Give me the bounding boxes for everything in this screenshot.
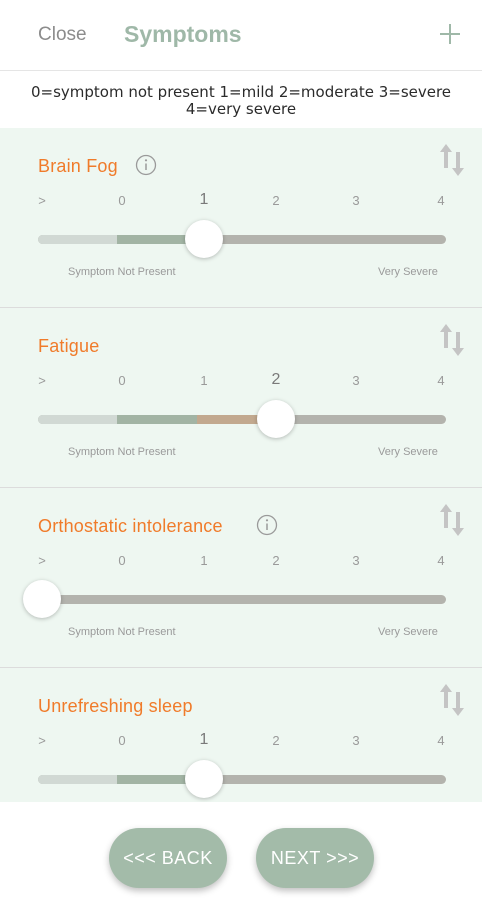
symptom-card: Unrefreshing sleep>01234Symptom Not Pres… [0, 668, 482, 802]
scale-tick: 0 [118, 553, 126, 568]
severity-slider-track[interactable] [38, 235, 446, 244]
footer: <<< BACK NEXT >>> [0, 802, 482, 900]
reorder-icon[interactable] [438, 322, 466, 358]
slider-fill-segment [38, 775, 117, 784]
symptom-name: Fatigue [38, 336, 100, 356]
scale-tick: 2 [272, 193, 280, 208]
scale-tick: 4 [437, 373, 445, 388]
reorder-icon[interactable] [438, 502, 466, 538]
max-label: Very Severe [378, 446, 438, 458]
scale-tick: 1 [199, 731, 209, 748]
symptom-name: Unrefreshing sleep [38, 696, 193, 716]
page-title: Symptoms [124, 21, 242, 47]
symptom-name: Brain Fog [38, 156, 118, 176]
scale-tick: 2 [271, 371, 281, 388]
header: Close Symptoms [0, 0, 482, 71]
plus-icon[interactable] [438, 18, 462, 50]
scale-tick: 1 [200, 553, 208, 568]
reorder-icon[interactable] [438, 142, 466, 178]
severity-slider-thumb[interactable] [257, 400, 295, 438]
symptom-card: Fatigue >0 1 2 3 4 Symptom Not Present Very Sev… [0, 308, 482, 488]
severity-legend: 0=symptom not present 1=mild 2=moderate … [0, 84, 482, 118]
scale-tick: 1 [200, 373, 208, 388]
scale-tick: 0 [118, 373, 126, 388]
min-label: Symptom Not Present [68, 266, 176, 278]
severity-slider-track[interactable] [38, 415, 446, 424]
slider-fill-segment [117, 415, 197, 424]
info-icon[interactable] [256, 514, 278, 536]
scale-tick: 1 [199, 191, 209, 208]
scale-tick: 2 [272, 553, 280, 568]
severity-slider-track[interactable] [38, 775, 446, 784]
max-label: Very Severe [378, 266, 438, 278]
scale-tick: 4 [437, 193, 445, 208]
scale-tick: 0 [118, 193, 126, 208]
symptom-card: Orthostatic intolerance >0 1 2 3 4 Symptom Not… [0, 488, 482, 668]
symptom-list: Brain Fog >0 1 2 3 4 Symptom Not Present Very S… [0, 128, 482, 802]
scale-tick: > [38, 553, 46, 568]
scale-tick: 4 [437, 553, 445, 568]
legend-line-2: 4=very severe [185, 100, 297, 118]
scale-tick: 3 [352, 733, 360, 748]
scale-tick: 4 [437, 733, 445, 748]
scale-tick: 3 [352, 553, 360, 568]
close-button[interactable]: Close [38, 24, 87, 46]
reorder-icon[interactable] [438, 682, 466, 718]
severity-slider-thumb[interactable] [185, 760, 223, 798]
scale-tick: 3 [352, 373, 360, 388]
scale-tick: > [38, 193, 46, 208]
severity-slider-thumb[interactable] [185, 220, 223, 258]
back-button[interactable]: <<< BACK [109, 828, 227, 888]
min-label: Symptom Not Present [68, 626, 176, 638]
next-button[interactable]: NEXT >>> [256, 828, 374, 888]
scale-tick: 2 [272, 733, 280, 748]
info-icon[interactable] [135, 154, 157, 176]
scale-tick: > [38, 373, 46, 388]
slider-fill-segment [38, 415, 117, 424]
scale-tick: 3 [352, 193, 360, 208]
severity-slider-track[interactable] [38, 595, 446, 604]
legend-line-1: 0=symptom not present 1=mild 2=moderate … [30, 83, 452, 101]
slider-fill-segment [38, 235, 117, 244]
min-label: Symptom Not Present [68, 446, 176, 458]
scale-tick: 0 [118, 733, 126, 748]
symptom-name: Orthostatic intolerance [38, 516, 223, 536]
symptom-card: Brain Fog >0 1 2 3 4 Symptom Not Present Very S… [0, 128, 482, 308]
severity-slider-thumb[interactable] [23, 580, 61, 618]
scale-tick: > [38, 733, 46, 748]
max-label: Very Severe [378, 626, 438, 638]
